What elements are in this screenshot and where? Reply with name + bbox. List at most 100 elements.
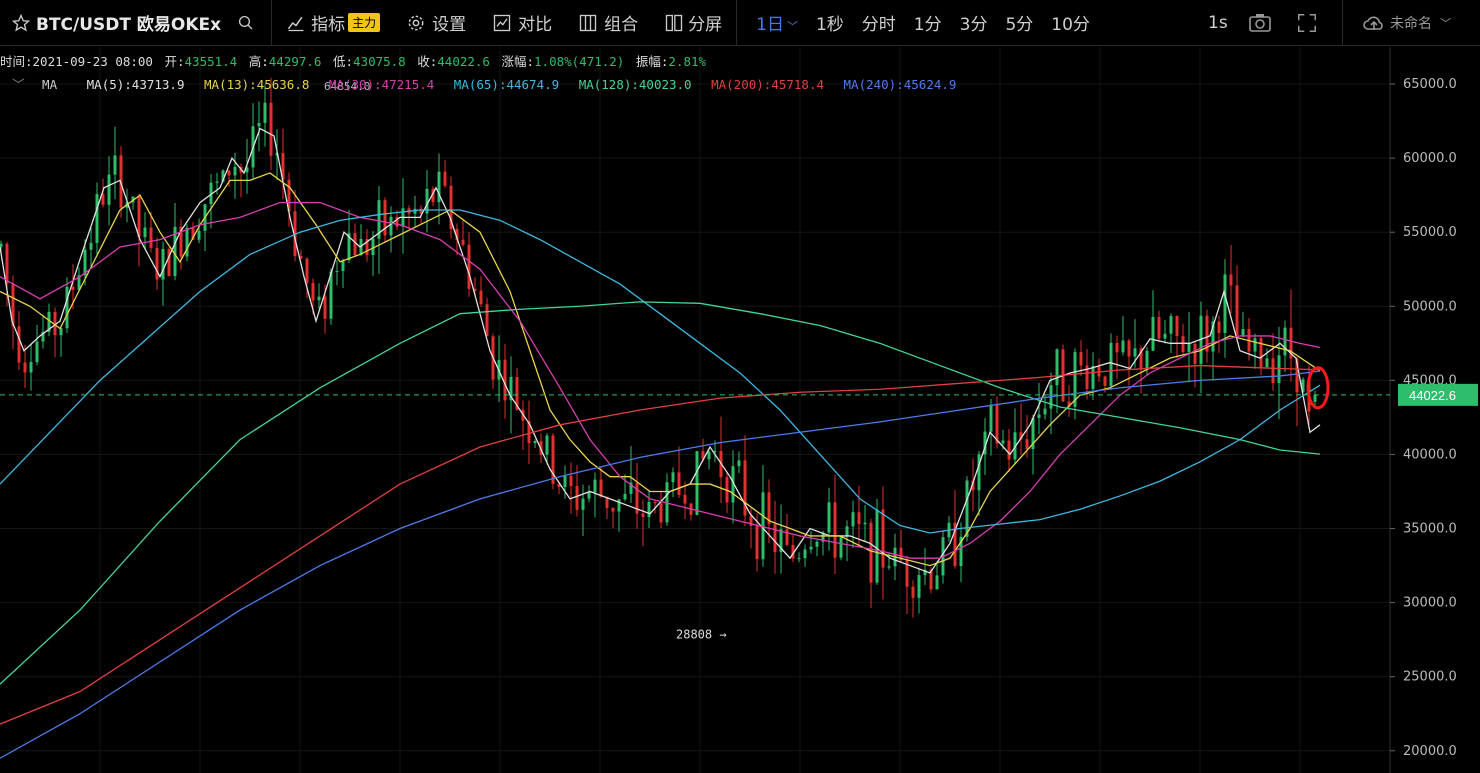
right-interval[interactable]: 1s xyxy=(1208,0,1228,46)
candle-body xyxy=(215,181,219,183)
candle-body xyxy=(1007,440,1011,460)
candle-body xyxy=(1217,321,1221,333)
close-label: 收: xyxy=(417,54,438,69)
candle-body xyxy=(143,227,147,238)
candle-body xyxy=(305,258,309,283)
collapse-chevron-icon[interactable]: ﹀ xyxy=(12,77,25,92)
price-axis: 65000.060000.055000.050000.045000.040000… xyxy=(1389,47,1457,773)
symbol-name[interactable]: BTC/USDT 欧易OKEx xyxy=(36,10,221,35)
candle-body xyxy=(995,404,999,444)
top-toolbar: BTC/USDT 欧易OKEx 指标 主力 设置 对比 组合 分屏 1日 ﹀ 1… xyxy=(0,0,1480,46)
interval-3m[interactable]: 3分 xyxy=(960,10,988,35)
price-tick-label: 20000.0 xyxy=(1403,744,1457,759)
candle-body xyxy=(1175,316,1179,337)
ma-legend: ﹀ MA MA(5):43713.9 MA(13):45636.8 MA(30)… xyxy=(12,74,968,93)
candle-body xyxy=(89,242,93,250)
camera-button[interactable] xyxy=(1248,0,1272,46)
interval-1s[interactable]: 1秒 xyxy=(816,10,844,35)
ma240-label: MA(240):45624.9 xyxy=(843,77,957,92)
candle-body xyxy=(755,525,759,560)
candle-body xyxy=(227,170,231,176)
settings-button[interactable]: 设置 xyxy=(406,0,466,46)
candle-body xyxy=(1223,274,1227,333)
candle-body xyxy=(1241,329,1245,336)
candle-body xyxy=(1187,343,1191,352)
fullscreen-button[interactable] xyxy=(1296,0,1318,46)
candle-body xyxy=(815,541,819,547)
main-force-badge: 主力 xyxy=(348,13,381,32)
candle-body xyxy=(593,479,597,493)
chevron-down-icon: ﹀ xyxy=(1440,16,1451,30)
highlight-circle xyxy=(1306,366,1330,410)
open-value: 43551.4 xyxy=(184,54,238,69)
candle-body xyxy=(443,171,447,186)
candle-body xyxy=(1109,342,1113,387)
candle-body xyxy=(683,494,687,504)
candle-body xyxy=(5,243,9,284)
high-value: 44297.6 xyxy=(268,54,322,69)
indicators-button[interactable]: 指标 主力 xyxy=(286,0,381,46)
divider xyxy=(271,0,273,46)
interval-10m[interactable]: 10分 xyxy=(1051,10,1090,35)
close-value: 44022.6 xyxy=(437,54,490,69)
candle-body xyxy=(29,362,33,373)
price-tick-label: 65000.0 xyxy=(1403,77,1457,92)
candle-body xyxy=(1259,338,1263,368)
candle-body xyxy=(113,155,117,175)
candle-body xyxy=(695,451,699,515)
candle-body xyxy=(857,512,861,525)
interval-bar: 1日 ﹀ 1秒 分时 1分 3分 5分 10分 xyxy=(747,0,1099,46)
ma-line-ma200 xyxy=(0,364,1321,725)
time-label: 时间: xyxy=(0,54,33,69)
split-screen-button[interactable]: 分屏 xyxy=(664,0,722,46)
candle-body xyxy=(797,558,801,560)
candle-body xyxy=(1277,355,1281,384)
interval-1d[interactable]: 1日 ﹀ xyxy=(756,10,798,35)
cloud-label: 未命名 xyxy=(1390,15,1432,32)
ma-title[interactable]: MA xyxy=(42,77,57,92)
candle-body xyxy=(107,174,111,205)
candle-body xyxy=(23,362,27,373)
ma65-label: MA(65):44674.9 xyxy=(453,77,560,92)
star-icon[interactable] xyxy=(12,13,30,33)
candle-body xyxy=(1037,414,1041,419)
candle-body xyxy=(1103,376,1107,387)
candle-body xyxy=(869,522,873,583)
amplitude-value: 2.81% xyxy=(668,54,707,69)
interval-timeshare[interactable]: 分时 xyxy=(862,10,896,35)
divider xyxy=(736,0,738,46)
ohlc-info-line: 时间:2021-09-23 08:00 开:43551.4 高:44297.6 … xyxy=(0,51,706,70)
candle-body xyxy=(1157,316,1161,339)
candle-body xyxy=(581,498,585,510)
symbol-selector[interactable]: BTC/USDT 欧易OKEx xyxy=(0,0,255,46)
candle-body xyxy=(335,271,339,273)
candle-body xyxy=(263,102,267,124)
split-screen-icon xyxy=(664,13,684,33)
settings-label: 设置 xyxy=(432,15,467,35)
interval-1m[interactable]: 1分 xyxy=(914,10,942,35)
candle-body xyxy=(389,216,393,236)
candle-body xyxy=(545,435,549,455)
candle-body xyxy=(677,472,681,495)
last-price-label: 44022.6 xyxy=(1409,388,1456,403)
low-value: 43075.8 xyxy=(353,54,406,69)
candle-body xyxy=(1079,352,1083,366)
combine-button[interactable]: 组合 xyxy=(578,0,638,46)
candle-body xyxy=(803,549,807,559)
candle-body xyxy=(851,512,855,527)
cloud-save-button[interactable]: 未命名 ﹀ xyxy=(1362,0,1451,46)
candle-body xyxy=(569,475,573,487)
candle-body xyxy=(761,492,765,560)
candle-body xyxy=(1145,350,1149,370)
search-icon[interactable] xyxy=(237,13,255,33)
candle-body xyxy=(887,566,891,568)
candlestick-chart[interactable]: 65000.060000.055000.050000.045000.040000… xyxy=(0,47,1480,773)
candle-body xyxy=(1025,439,1029,450)
amplitude-label: 振幅: xyxy=(635,54,669,69)
candle-body xyxy=(161,248,165,280)
candle-body xyxy=(461,239,465,245)
compare-button[interactable]: 对比 xyxy=(492,0,552,46)
interval-5m[interactable]: 5分 xyxy=(1005,10,1033,35)
candle-body xyxy=(257,123,261,127)
candle-body xyxy=(1229,274,1233,286)
